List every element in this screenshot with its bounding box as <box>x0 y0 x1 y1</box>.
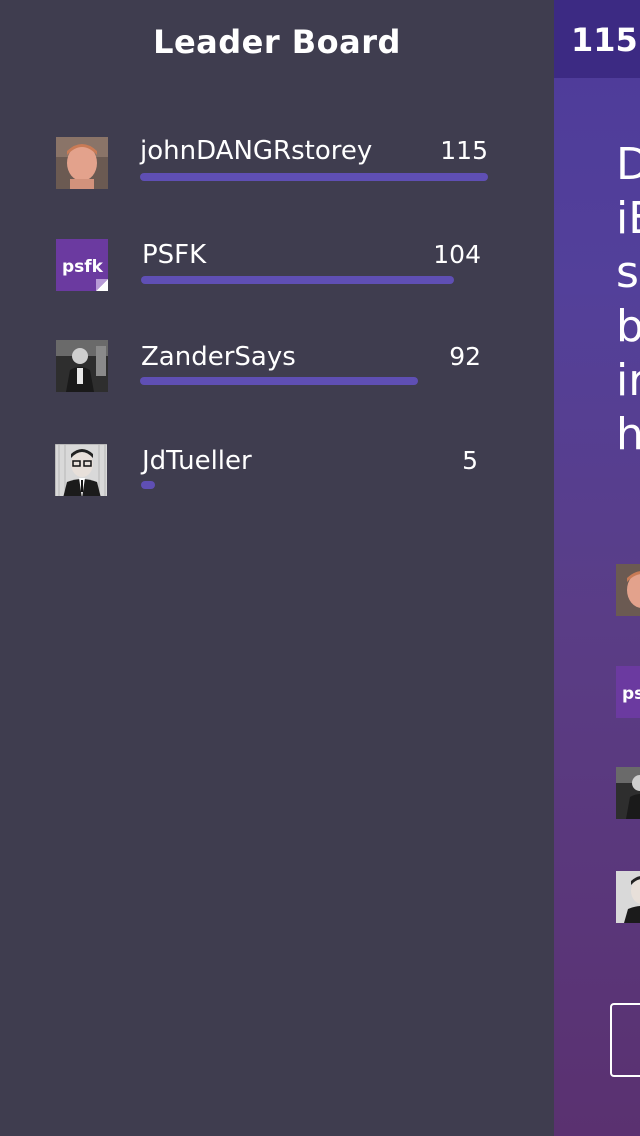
user-score: 92 <box>449 342 481 371</box>
user-avatar <box>56 137 108 189</box>
answer-button[interactable] <box>610 1003 640 1077</box>
score-bar <box>141 276 454 284</box>
question-line: b <box>616 301 640 352</box>
score-bar <box>141 481 155 489</box>
leaderboard-row[interactable]: johnDANGRstorey 115 <box>0 136 554 206</box>
question-text: D iE sl b ir h <box>616 138 640 462</box>
leaderboard-row[interactable]: ZanderSays 92 <box>0 339 554 409</box>
psfk-logo-text: psfk <box>622 684 640 704</box>
question-line: ir <box>616 355 640 406</box>
leaderboard-row[interactable]: JdTueller 5 <box>0 444 554 514</box>
user-score: 5 <box>462 446 478 475</box>
leaderboard-title: Leader Board <box>153 23 401 61</box>
user-name: PSFK <box>142 240 207 270</box>
user-score: 104 <box>433 240 481 269</box>
leaderboard-row[interactable]: psfk PSFK 104 <box>0 238 554 308</box>
psfk-logo: psfk <box>56 239 108 291</box>
game-panel[interactable]: 115 D iE sl b ir h psfk <box>554 0 640 1136</box>
question-line: iE <box>616 193 640 244</box>
user-name: johnDANGRstorey <box>140 136 373 166</box>
user-avatar <box>56 340 108 392</box>
leaderboard-panel: Leader Board johnDANGRstorey 115 psfk PS… <box>0 0 554 1136</box>
player-avatar[interactable] <box>616 564 640 616</box>
player-avatar[interactable]: psfk <box>616 666 640 718</box>
score-bar <box>140 377 418 385</box>
score-header: 115 <box>554 0 640 78</box>
question-line: h <box>616 409 640 460</box>
user-score: 115 <box>440 136 488 165</box>
player-avatar[interactable] <box>616 767 640 819</box>
player-avatar[interactable] <box>616 871 640 923</box>
question-line: D <box>616 139 640 190</box>
user-name: ZanderSays <box>141 342 296 372</box>
user-name: JdTueller <box>142 446 252 476</box>
psfk-logo-text: psfk <box>62 257 104 277</box>
user-avatar <box>55 444 107 496</box>
question-line: sl <box>616 247 640 298</box>
current-score: 115 <box>571 21 638 59</box>
score-bar <box>140 173 488 181</box>
